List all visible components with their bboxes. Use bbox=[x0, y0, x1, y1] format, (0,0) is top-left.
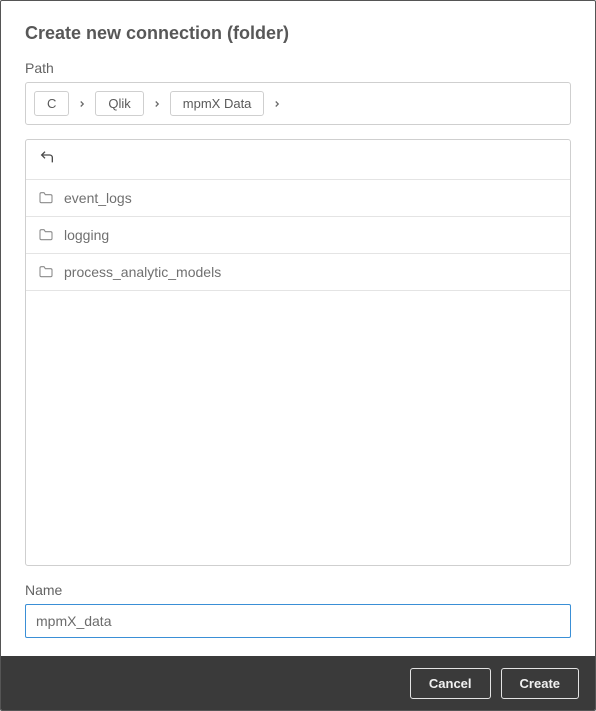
folder-icon bbox=[38, 190, 54, 206]
folder-list-panel: event_logs logging process_analytic_mode… bbox=[25, 139, 571, 566]
breadcrumb-item-mpmx-data[interactable]: mpmX Data bbox=[170, 91, 265, 116]
path-label: Path bbox=[25, 60, 571, 76]
dialog-title: Create new connection (folder) bbox=[25, 23, 571, 44]
cancel-button[interactable]: Cancel bbox=[410, 668, 491, 699]
breadcrumb-item-qlik[interactable]: Qlik bbox=[95, 91, 143, 116]
connection-name-input[interactable] bbox=[25, 604, 571, 638]
folder-icon bbox=[38, 264, 54, 280]
folder-item[interactable]: event_logs bbox=[26, 180, 570, 217]
folder-name: process_analytic_models bbox=[64, 264, 221, 280]
folder-name: event_logs bbox=[64, 190, 132, 206]
name-label: Name bbox=[25, 582, 571, 598]
folder-icon bbox=[38, 227, 54, 243]
dialog-body: Create new connection (folder) Path C Ql… bbox=[1, 1, 595, 656]
create-button[interactable]: Create bbox=[501, 668, 579, 699]
breadcrumb-item-c[interactable]: C bbox=[34, 91, 69, 116]
chevron-right-icon bbox=[152, 99, 162, 109]
back-button[interactable] bbox=[26, 140, 570, 180]
create-connection-dialog: Create new connection (folder) Path C Ql… bbox=[0, 0, 596, 711]
dialog-footer: Cancel Create bbox=[1, 656, 595, 710]
folder-item[interactable]: process_analytic_models bbox=[26, 254, 570, 291]
breadcrumb: C Qlik mpmX Data bbox=[25, 82, 571, 125]
back-arrow-icon bbox=[38, 149, 56, 170]
chevron-right-icon bbox=[77, 99, 87, 109]
folder-item[interactable]: logging bbox=[26, 217, 570, 254]
folder-name: logging bbox=[64, 227, 109, 243]
chevron-right-icon bbox=[272, 99, 282, 109]
